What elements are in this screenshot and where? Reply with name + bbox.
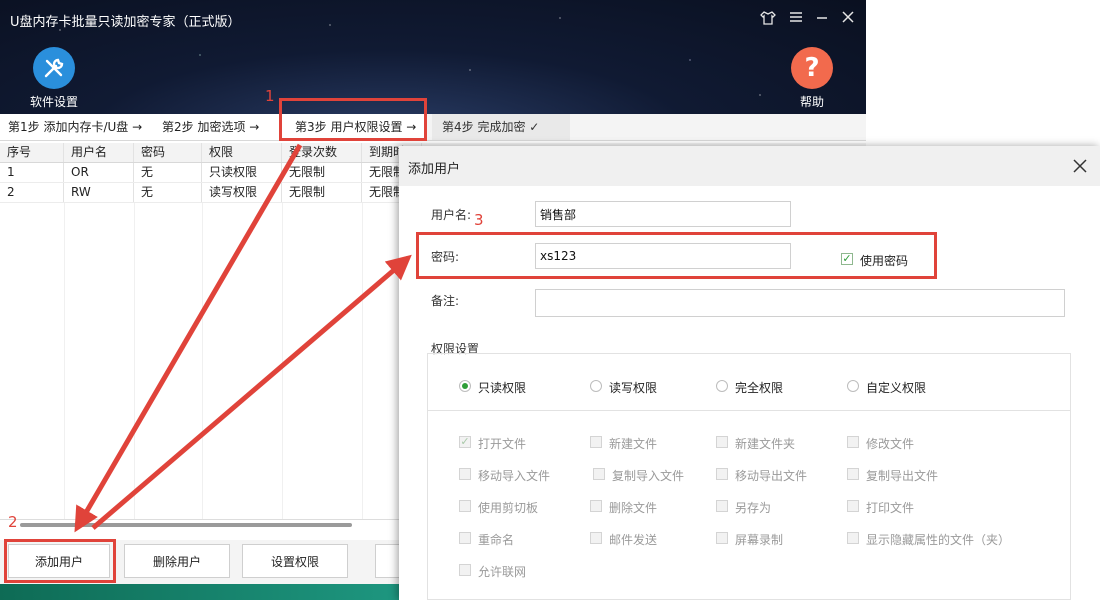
- tab-step-4[interactable]: 第4步 完成加密 ✓: [432, 114, 570, 140]
- col-header[interactable]: 权限: [202, 143, 282, 162]
- minimize-icon[interactable]: [812, 9, 832, 29]
- perm-checkbox[interactable]: [716, 468, 728, 480]
- perm-label: 打开文件: [478, 437, 527, 451]
- perm-label: 复制导入文件: [612, 469, 685, 483]
- delete-user-button[interactable]: 删除用户: [124, 544, 230, 578]
- perm-label: 屏幕录制: [735, 533, 784, 547]
- annotation-number-1: 1: [265, 87, 275, 105]
- radio-readonly[interactable]: [459, 380, 471, 392]
- radio-readwrite[interactable]: [590, 380, 602, 392]
- perm-label: 修改文件: [866, 437, 915, 451]
- perm-label: 新建文件夹: [735, 437, 796, 451]
- perm-label: 重命名: [478, 533, 515, 547]
- perm-label: 显示隐藏属性的文件（夹）: [866, 533, 1011, 547]
- table-cell: OR: [64, 163, 134, 182]
- wrench-screwdriver-icon[interactable]: [33, 47, 75, 89]
- menu-icon[interactable]: [786, 9, 806, 29]
- step-tabs: 第1步 添加内存卡/U盘 → 第2步 加密选项 → 第3步 用户权限设置 → 第…: [0, 114, 866, 141]
- col-header[interactable]: 序号: [0, 143, 64, 162]
- annotation-box-password: [416, 232, 937, 279]
- col-header[interactable]: 密码: [134, 143, 202, 162]
- table-cell: 无: [134, 183, 202, 202]
- perm-label: 新建文件: [609, 437, 658, 451]
- perm-checkbox[interactable]: [459, 500, 471, 512]
- annotation-box-add-user: [4, 539, 116, 583]
- radio-label: 自定义权限: [866, 381, 927, 395]
- radio-label: 只读权限: [478, 381, 527, 395]
- perm-checkbox[interactable]: [716, 436, 728, 448]
- radio-label: 读写权限: [609, 381, 658, 395]
- perm-label: 使用剪切板: [478, 501, 539, 515]
- radio-custom[interactable]: [847, 380, 859, 392]
- divider: [427, 410, 1071, 411]
- grid-line: [202, 203, 203, 519]
- skin-icon[interactable]: [758, 9, 778, 29]
- perm-checkbox[interactable]: [847, 532, 859, 544]
- grid-line: [64, 203, 65, 519]
- table-cell: 读写权限: [202, 183, 282, 202]
- perm-label: 移动导出文件: [735, 469, 808, 483]
- perm-label: 允许联网: [478, 565, 527, 579]
- dialog-header: 添加用户: [399, 146, 1100, 186]
- table-cell: 2: [0, 183, 64, 202]
- settings-label[interactable]: 软件设置: [30, 93, 78, 110]
- username-input[interactable]: [535, 201, 791, 227]
- close-icon[interactable]: [1067, 153, 1093, 179]
- perm-checkbox[interactable]: [716, 500, 728, 512]
- horizontal-scrollbar[interactable]: [20, 523, 352, 527]
- perm-checkbox[interactable]: [847, 436, 859, 448]
- perm-label: 邮件发送: [609, 533, 658, 547]
- radio-label: 完全权限: [735, 381, 784, 395]
- radio-full[interactable]: [716, 380, 728, 392]
- perm-label: 另存为: [735, 501, 772, 515]
- note-label: 备注:: [431, 294, 460, 308]
- username-label: 用户名:: [431, 208, 472, 222]
- perm-checkbox[interactable]: [590, 532, 602, 544]
- set-permission-button[interactable]: 设置权限: [242, 544, 348, 578]
- table-cell: 1: [0, 163, 64, 182]
- perm-checkbox[interactable]: [847, 500, 859, 512]
- perm-checkbox[interactable]: ✓: [459, 436, 471, 448]
- note-input[interactable]: [535, 289, 1065, 317]
- annotation-box-step3: [279, 98, 427, 141]
- grid-line: [282, 203, 283, 519]
- help-label[interactable]: 帮助: [800, 93, 824, 110]
- close-icon[interactable]: [838, 9, 858, 29]
- tab-step-1[interactable]: 第1步 添加内存卡/U盘 →: [0, 114, 152, 140]
- perm-checkbox[interactable]: [847, 468, 859, 480]
- question-icon[interactable]: ?: [791, 47, 833, 89]
- perm-label: 打印文件: [866, 501, 915, 515]
- annotation-number-2: 2: [8, 513, 18, 531]
- table-cell: 无: [134, 163, 202, 182]
- perm-checkbox[interactable]: [590, 500, 602, 512]
- grid-line: [134, 203, 135, 519]
- dialog-title: 添加用户: [408, 162, 461, 177]
- tab-step-2[interactable]: 第2步 加密选项 →: [152, 114, 280, 140]
- perm-label: 移动导入文件: [478, 469, 551, 483]
- perm-checkbox[interactable]: [459, 532, 471, 544]
- perm-label: 删除文件: [609, 501, 658, 515]
- perm-checkbox[interactable]: [593, 468, 605, 480]
- perm-checkbox[interactable]: [459, 468, 471, 480]
- table-cell: 只读权限: [202, 163, 282, 182]
- annotation-number-3: 3: [474, 211, 484, 229]
- table-cell: RW: [64, 183, 134, 202]
- col-header[interactable]: 登录次数: [282, 143, 362, 162]
- perm-checkbox[interactable]: [459, 564, 471, 576]
- perm-checkbox[interactable]: [716, 532, 728, 544]
- table-cell: 无限制: [282, 163, 362, 182]
- title-bar: U盘内存卡批量只读加密专家（正式版） 软件设置 ? 帮助: [0, 0, 866, 114]
- grid-line: [362, 203, 363, 519]
- app-title: U盘内存卡批量只读加密专家（正式版）: [10, 15, 241, 30]
- perm-label: 复制导出文件: [866, 469, 939, 483]
- table-cell: 无限制: [282, 183, 362, 202]
- col-header[interactable]: 用户名: [64, 143, 134, 162]
- perm-checkbox[interactable]: [590, 436, 602, 448]
